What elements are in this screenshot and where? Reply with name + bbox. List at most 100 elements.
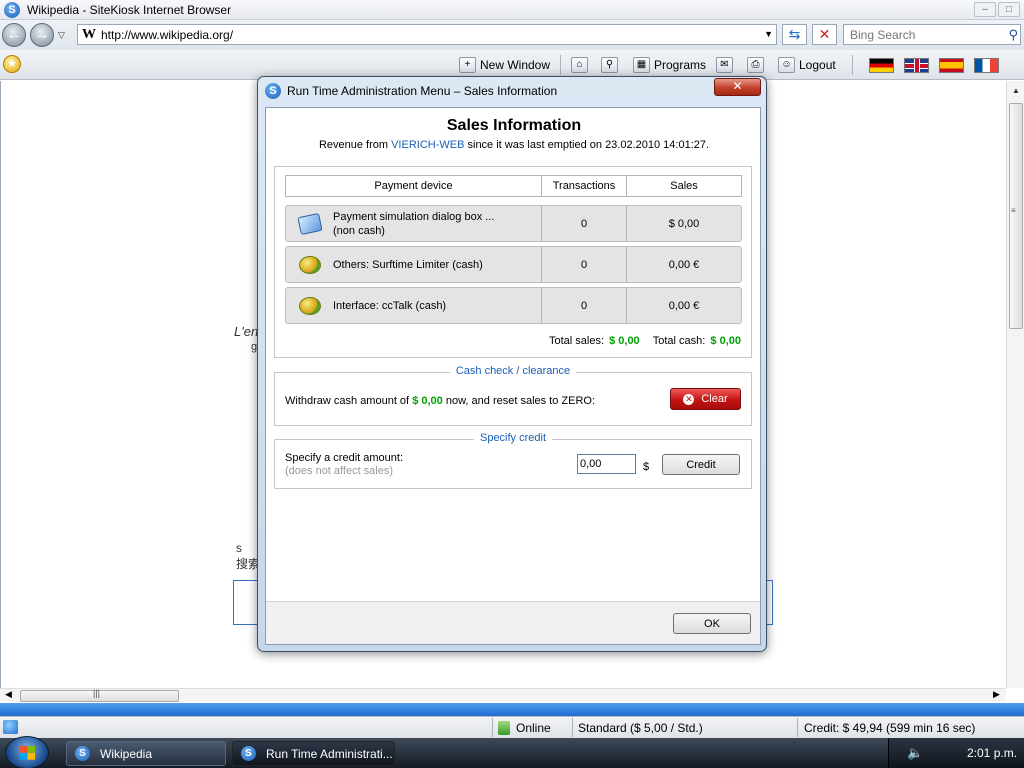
start-button[interactable]	[5, 736, 49, 768]
french-flag-icon[interactable]	[974, 58, 999, 73]
taskbar-item-runtime-admin[interactable]: S Run Time Administrati...	[232, 741, 395, 766]
sales-cell: 0,00 €	[668, 258, 700, 271]
print-button[interactable]: ⎙	[747, 57, 764, 73]
horizontal-scrollbar[interactable]: ◀ ||| ▶	[0, 688, 1006, 702]
cash-text-suffix: now, and reset sales to ZERO:	[445, 395, 596, 407]
internet-zone-icon	[3, 720, 18, 734]
toolbar-divider	[560, 55, 561, 75]
search-input[interactable]	[850, 28, 1000, 42]
cash-check-legend-text: Cash check / clearance	[449, 365, 577, 377]
sales-table-header: Payment device Transactions Sales	[285, 175, 742, 197]
device-name: Interface: ccTalk (cash)	[333, 299, 447, 312]
printer-icon: ⎙	[747, 57, 764, 73]
spanish-flag-icon[interactable]	[939, 58, 964, 73]
ok-button[interactable]: OK	[673, 613, 751, 634]
table-row: Interface: ccTalk (cash) 0 0,00 €	[285, 287, 742, 324]
dialog-heading: Sales Information	[446, 117, 582, 134]
vertical-scroll-thumb[interactable]	[1009, 103, 1023, 329]
taskbar-item-label: Wikipedia	[100, 746, 153, 761]
dialog-title: Run Time Administration Menu – Sales Inf…	[287, 84, 558, 98]
maximize-button[interactable]: □	[998, 2, 1020, 17]
email-icon: ✉	[716, 57, 733, 73]
credit-amount-label: Specify a credit amount:	[285, 452, 404, 464]
new-window-button[interactable]: + New Window	[459, 57, 550, 73]
transactions-cell: 0	[542, 206, 627, 241]
minimize-button[interactable]: –	[974, 2, 996, 17]
refresh-button[interactable]: ⇆	[782, 24, 807, 45]
clear-label: Clear	[701, 393, 728, 405]
stop-button[interactable]: ✕	[812, 24, 837, 45]
cash-check-panel: Cash check / clearance Withdraw cash amo…	[274, 365, 752, 426]
table-row: Others: Surftime Limiter (cash) 0 0,00 €	[285, 246, 742, 283]
cash-check-legend: Cash check / clearance	[275, 365, 751, 377]
taskbar-item-label: Run Time Administrati...	[266, 746, 393, 761]
scroll-grip-icon: |||	[93, 688, 101, 698]
sales-cell: $ 0,00	[668, 217, 700, 230]
taskbar-item-wikipedia[interactable]: S Wikipedia	[66, 741, 226, 766]
user-icon: ☺	[778, 57, 795, 73]
url-dropdown-icon[interactable]: ▼	[764, 29, 773, 39]
sales-information-dialog: S Run Time Administration Menu – Sales I…	[257, 76, 767, 652]
terminal-name: VIERICH-WEB	[391, 139, 465, 151]
tariff-status: Standard ($ 5,00 / Std.)	[578, 721, 703, 735]
english-flag-icon[interactable]	[904, 58, 929, 73]
page-partial-text-s: s	[236, 541, 242, 555]
new-window-icon: +	[459, 57, 476, 73]
scroll-right-icon[interactable]: ▶	[993, 689, 1000, 700]
sitekiosk-icon: S	[265, 83, 281, 99]
status-divider	[572, 718, 573, 737]
revenue-suffix: since it was last emptied on 23.02.2010 …	[467, 139, 710, 151]
device-cell: Interface: ccTalk (cash)	[286, 288, 542, 323]
credit-status: Credit: $ 49,94 (599 min 16 sec)	[804, 721, 976, 735]
credit-legend-text: Specify credit	[473, 432, 553, 444]
cash-amount: $ 0,00	[412, 395, 443, 407]
windows-taskbar: S Wikipedia S Run Time Administrati... 🔈…	[0, 736, 1024, 768]
cash-check-text: Withdraw cash amount of $ 0,00 now, and …	[285, 395, 595, 407]
dialog-footer: OK	[266, 601, 760, 644]
column-header: Sales	[670, 180, 698, 192]
credit-amount-input[interactable]	[577, 454, 636, 474]
logout-button[interactable]: ☺ Logout	[778, 57, 836, 73]
clock[interactable]: 2:01 p.m.	[967, 746, 1017, 760]
credit-button[interactable]: Credit	[662, 454, 740, 475]
history-dropdown-icon[interactable]: ▽	[58, 30, 65, 41]
url-field[interactable]: W http://www.wikipedia.org/ ▼	[77, 24, 777, 45]
credit-legend: Specify credit	[275, 432, 751, 444]
clear-button[interactable]: ✕ Clear	[670, 388, 741, 410]
column-header: Payment device	[286, 176, 542, 196]
browser-titlebar: S Wikipedia - SiteKiosk Internet Browser…	[0, 0, 1024, 20]
specify-credit-panel: Specify credit Specify a credit amount: …	[274, 432, 752, 489]
logout-label: Logout	[799, 58, 836, 72]
search-icon[interactable]: ⚲	[1008, 27, 1018, 43]
scroll-left-icon[interactable]: ◀	[5, 689, 12, 700]
new-window-label: New Window	[480, 58, 551, 72]
scroll-up-icon[interactable]: ▲	[1012, 86, 1020, 95]
volume-icon[interactable]: 🔈	[907, 745, 923, 761]
credit-amount-hint: (does not affect sales)	[285, 465, 394, 477]
sitekiosk-icon: S	[75, 746, 90, 761]
total-sales-label: Total sales:	[549, 335, 605, 347]
scroll-grip-icon: ≡	[1011, 206, 1016, 215]
toolbar-divider	[852, 55, 853, 75]
url-text[interactable]: http://www.wikipedia.org/	[101, 28, 233, 42]
total-cash-label: Total cash:	[652, 335, 706, 347]
total-sales-value: $ 0,00	[609, 335, 640, 347]
programs-button[interactable]: ▦ Programs	[633, 57, 706, 73]
dialog-content: Sales Information Revenue from VIERICH-W…	[265, 107, 761, 645]
search-box[interactable]: ⚲	[843, 24, 1021, 45]
german-flag-icon[interactable]	[869, 58, 894, 73]
windows-logo-icon	[20, 746, 35, 760]
vertical-scrollbar[interactable]: ▲ ≡	[1006, 81, 1024, 688]
dialog-close-button[interactable]: ✕	[714, 78, 761, 96]
online-status: Online	[498, 721, 551, 735]
window-controls: – □	[974, 2, 1020, 17]
transactions-cell: 0	[542, 247, 627, 282]
email-button[interactable]: ✉	[716, 57, 733, 73]
forward-button[interactable]: →	[30, 23, 54, 47]
home-button[interactable]: ⌂	[571, 57, 588, 73]
device-cell: Payment simulation dialog box ... (non c…	[286, 206, 542, 241]
clear-x-icon: ✕	[683, 393, 695, 405]
back-button[interactable]: ←	[2, 23, 26, 47]
favorites-star-icon[interactable]: ★	[3, 55, 21, 73]
search-tool-button[interactable]: ⚲	[601, 57, 618, 73]
